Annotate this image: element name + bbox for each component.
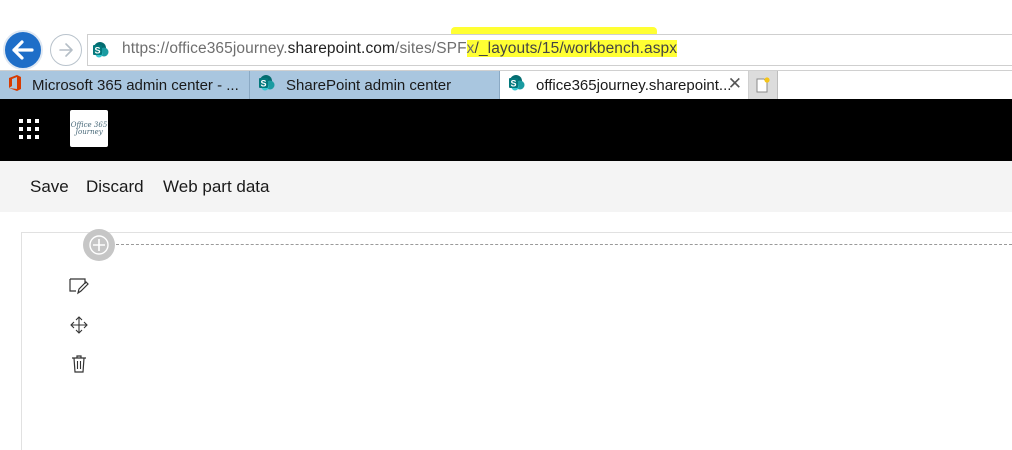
tab-microsoft-365-admin[interactable]: Microsoft 365 admin center - ... (0, 71, 250, 99)
svg-text:S: S (94, 46, 100, 56)
command-bar: Save Discard Web part data (0, 161, 1012, 212)
workbench-canvas (21, 232, 1012, 450)
move-web-part-button[interactable] (68, 314, 90, 336)
tab-label: Microsoft 365 admin center - ... (32, 76, 239, 94)
save-button[interactable]: Save (30, 177, 69, 197)
tab-label: office365journey.sharepoint... (536, 76, 732, 94)
waffle-icon[interactable] (19, 119, 39, 139)
delete-icon (72, 355, 86, 373)
new-tab-icon (756, 77, 770, 93)
svg-text:S: S (510, 79, 516, 89)
address-bar[interactable]: S https://office365journey.sharepoint.co… (87, 34, 1012, 66)
tab-sharepoint-admin[interactable]: S SharePoint admin center (250, 71, 500, 99)
add-web-part-button[interactable] (83, 229, 115, 261)
section-divider (116, 244, 1012, 245)
url-text: https://office365journey.sharepoint.com/… (122, 40, 678, 57)
suite-bar: Office 365 Journey (0, 99, 1012, 161)
tab-workbench[interactable]: S office365journey.sharepoint... ✕ (500, 71, 749, 99)
add-icon (89, 235, 109, 255)
browser-address-area: S https://office365journey.sharepoint.co… (0, 0, 1012, 70)
close-tab-icon[interactable]: ✕ (728, 74, 742, 94)
tab-label: SharePoint admin center (286, 76, 452, 94)
back-button[interactable] (3, 30, 43, 70)
new-tab-button[interactable] (749, 71, 778, 99)
edit-icon (69, 278, 89, 295)
browser-tab-strip: Microsoft 365 admin center - ... S Share… (0, 70, 1012, 100)
discard-button[interactable]: Discard (86, 177, 144, 197)
forward-button[interactable] (50, 34, 82, 66)
sharepoint-icon: S (92, 41, 110, 63)
delete-web-part-button[interactable] (68, 353, 90, 375)
edit-web-part-button[interactable] (68, 275, 90, 297)
web-part-data-button[interactable]: Web part data (163, 177, 269, 197)
office-icon (8, 75, 22, 95)
sharepoint-icon: S (508, 74, 526, 96)
svg-text:S: S (260, 79, 266, 89)
back-arrow-icon (12, 40, 34, 60)
move-icon (70, 316, 88, 334)
forward-arrow-icon (59, 43, 73, 57)
url-highlighted-path: /_layouts/15/workbench.aspx (474, 40, 678, 57)
site-logo[interactable]: Office 365 Journey (70, 110, 108, 147)
sharepoint-icon: S (258, 74, 276, 96)
